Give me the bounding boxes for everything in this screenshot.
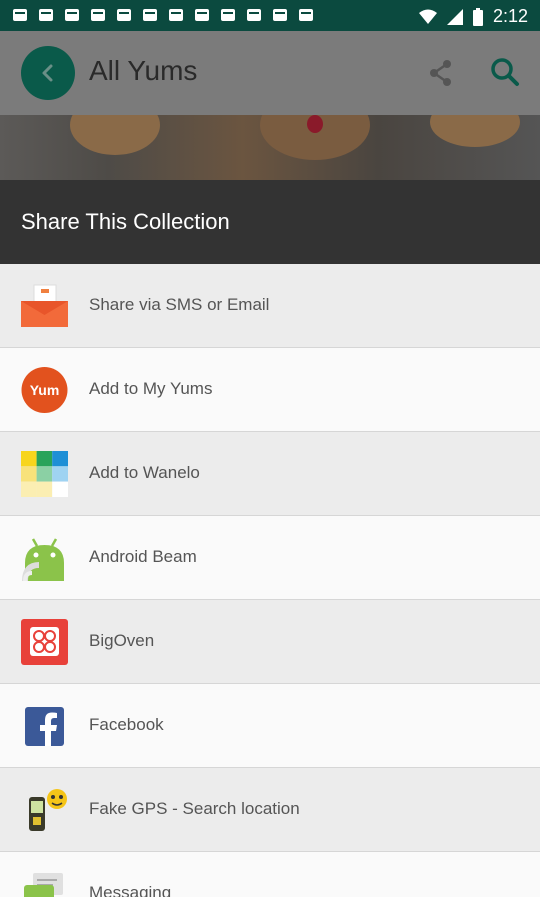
- clock: 2:12: [492, 6, 528, 26]
- share-item-label: BigOven: [89, 631, 155, 650]
- page-title: All Yums: [89, 55, 198, 86]
- share-item-messaging[interactable]: Messaging: [0, 852, 540, 897]
- notification-icon: [143, 9, 157, 21]
- share-item-label: Share via SMS or Email: [89, 295, 270, 314]
- back-button[interactable]: [21, 46, 75, 100]
- chevron-left-icon: [42, 64, 53, 82]
- share-item-label: Facebook: [89, 715, 164, 734]
- notification-icon: [195, 9, 209, 21]
- share-icon[interactable]: [428, 59, 454, 87]
- cookie-shape: [70, 115, 160, 155]
- status-bar: 2:12: [0, 0, 540, 31]
- notification-icon: [273, 9, 287, 21]
- notification-icon: [91, 9, 105, 21]
- wifi-icon: [418, 9, 437, 24]
- notification-icon: [13, 9, 27, 21]
- notification-icon: [65, 9, 79, 21]
- share-sheet-title: Share This Collection: [21, 209, 230, 234]
- search-icon[interactable]: [490, 57, 520, 87]
- facebook-icon: [25, 707, 64, 746]
- wanelo-icon: [21, 451, 68, 497]
- notification-icon: [221, 9, 235, 21]
- notification-icon: [247, 9, 261, 21]
- notification-icon: [39, 9, 53, 21]
- collection-hero-image: [0, 115, 540, 180]
- notification-icon: [299, 9, 313, 21]
- mail-icon: [21, 284, 68, 327]
- system-icons: 2:12: [418, 6, 528, 27]
- notification-icon: [169, 9, 183, 21]
- share-target-list: Share via SMS or Email Yum Add to My Yum…: [0, 264, 540, 897]
- share-item-label: Messaging: [89, 883, 172, 897]
- share-item-facebook[interactable]: Facebook: [0, 684, 540, 768]
- share-item-bigoven[interactable]: BigOven: [0, 600, 540, 684]
- bigoven-icon: [21, 619, 68, 665]
- share-item-my-yums[interactable]: Yum Add to My Yums: [0, 348, 540, 432]
- share-item-label: Add to My Yums: [89, 379, 213, 398]
- share-item-wanelo[interactable]: Add to Wanelo: [0, 432, 540, 516]
- cookie-shape: [430, 115, 520, 147]
- signal-icon: [446, 8, 463, 25]
- share-item-android-beam[interactable]: Android Beam: [0, 516, 540, 600]
- svg-text:Yum: Yum: [30, 382, 60, 398]
- share-item-label: Android Beam: [89, 547, 197, 566]
- yum-icon: Yum: [21, 367, 68, 413]
- share-item-label: Add to Wanelo: [89, 463, 200, 482]
- android-icon: [22, 538, 64, 581]
- share-item-sms-email[interactable]: Share via SMS or Email: [0, 264, 540, 348]
- battery-icon: [472, 7, 483, 26]
- notification-icon: [117, 9, 131, 21]
- gps-icon: [29, 789, 67, 831]
- share-sheet-header: Share This Collection: [0, 180, 540, 264]
- share-item-label: Fake GPS - Search location: [89, 799, 300, 818]
- app-bar: All Yums: [0, 31, 540, 115]
- notification-icons: [12, 7, 314, 23]
- share-item-fake-gps[interactable]: Fake GPS - Search location: [0, 768, 540, 852]
- messaging-icon: [24, 873, 63, 897]
- cookie-nose: [307, 115, 323, 133]
